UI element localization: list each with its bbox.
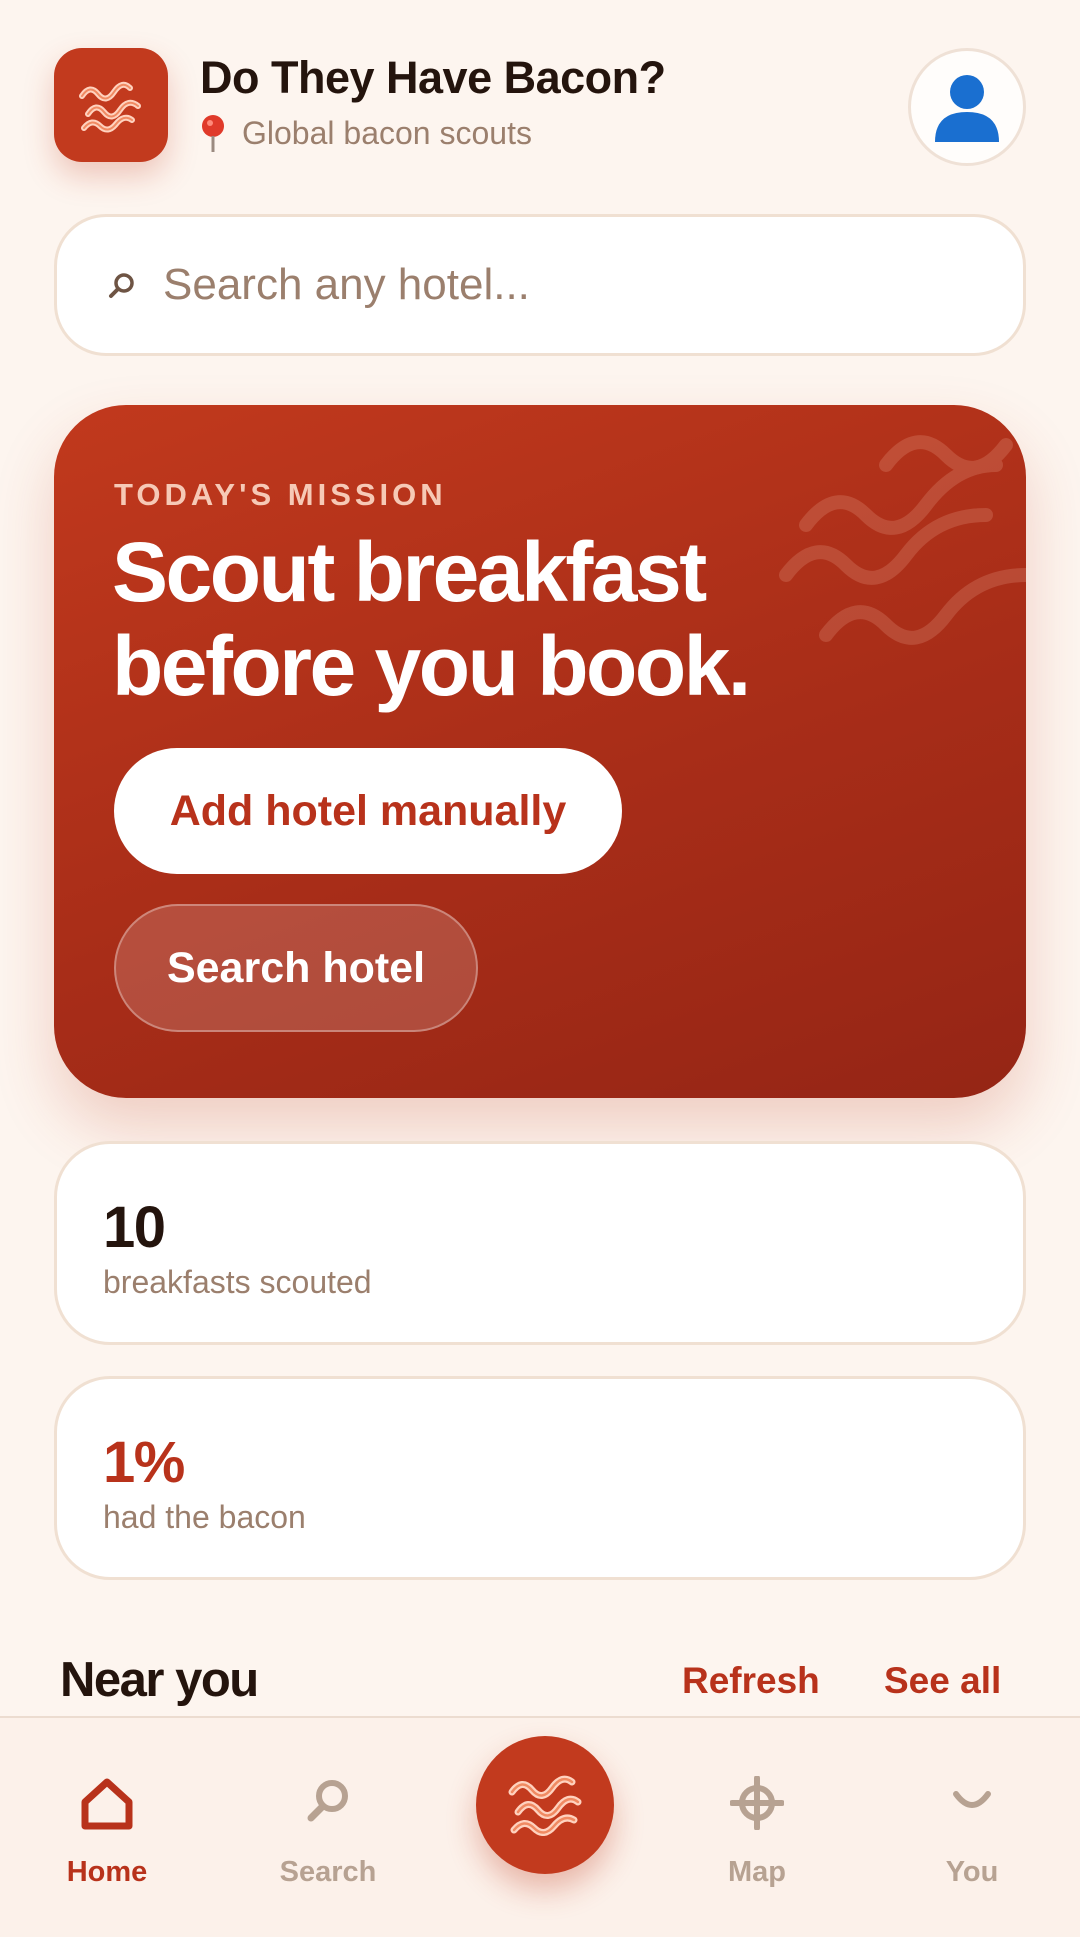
nav-item-search[interactable]: Search bbox=[248, 1718, 408, 1937]
location-subtitle: Global bacon scouts bbox=[200, 114, 666, 154]
avatar-button[interactable] bbox=[908, 48, 1026, 166]
search-icon bbox=[107, 270, 137, 300]
nav-label: Search bbox=[279, 1856, 377, 1888]
scout-bacon-fab[interactable] bbox=[476, 1736, 614, 1874]
nav-item-home[interactable]: Home bbox=[27, 1718, 187, 1937]
home-icon bbox=[79, 1776, 135, 1837]
see-all-link[interactable]: See all bbox=[884, 1660, 1001, 1702]
user-silhouette-icon bbox=[935, 75, 999, 142]
mission-card: TODAY'S MISSION Scout breakfast before y… bbox=[54, 405, 1026, 1098]
app-header: Do They Have Bacon? Global bacon scouts bbox=[54, 48, 1026, 166]
app-title: Do They Have Bacon? bbox=[200, 52, 666, 103]
search-input[interactable] bbox=[163, 260, 943, 310]
crosshair-icon bbox=[729, 1775, 785, 1835]
mission-kicker: TODAY'S MISSION bbox=[114, 477, 447, 512]
app-logo bbox=[54, 48, 168, 162]
bacon-icon bbox=[79, 81, 141, 133]
nav-label: You bbox=[945, 1856, 999, 1888]
stat-label: breakfasts scouted bbox=[103, 1264, 372, 1300]
near-you-heading: Near you bbox=[60, 1653, 259, 1707]
stat-card-scouted: 10 breakfasts scouted bbox=[54, 1141, 1026, 1345]
search-hotel-button[interactable]: Search hotel bbox=[114, 904, 478, 1032]
nav-label: Home bbox=[66, 1856, 148, 1888]
location-pin-icon bbox=[200, 114, 226, 154]
stat-card-bacon-rate: 1% had the bacon bbox=[54, 1376, 1026, 1580]
subtitle-text: Global bacon scouts bbox=[242, 115, 532, 152]
mission-headline: Scout breakfast before you book. bbox=[112, 525, 1012, 713]
stat-value: 10 bbox=[103, 1195, 166, 1260]
user-icon bbox=[950, 1776, 994, 1825]
search-bar[interactable] bbox=[54, 214, 1026, 356]
stat-label: had the bacon bbox=[103, 1499, 306, 1535]
headline-line-1: Scout breakfast bbox=[112, 525, 707, 619]
bacon-icon bbox=[508, 1775, 582, 1836]
nav-item-map[interactable]: Map bbox=[677, 1718, 837, 1937]
search-icon bbox=[303, 1776, 353, 1831]
headline-line-2: before you book. bbox=[112, 619, 751, 713]
add-hotel-manually-button[interactable]: Add hotel manually bbox=[114, 748, 622, 874]
refresh-link[interactable]: Refresh bbox=[682, 1660, 820, 1702]
nav-item-you[interactable]: You bbox=[892, 1718, 1052, 1937]
stat-value: 1% bbox=[103, 1430, 185, 1495]
nav-label: Map bbox=[728, 1856, 786, 1888]
